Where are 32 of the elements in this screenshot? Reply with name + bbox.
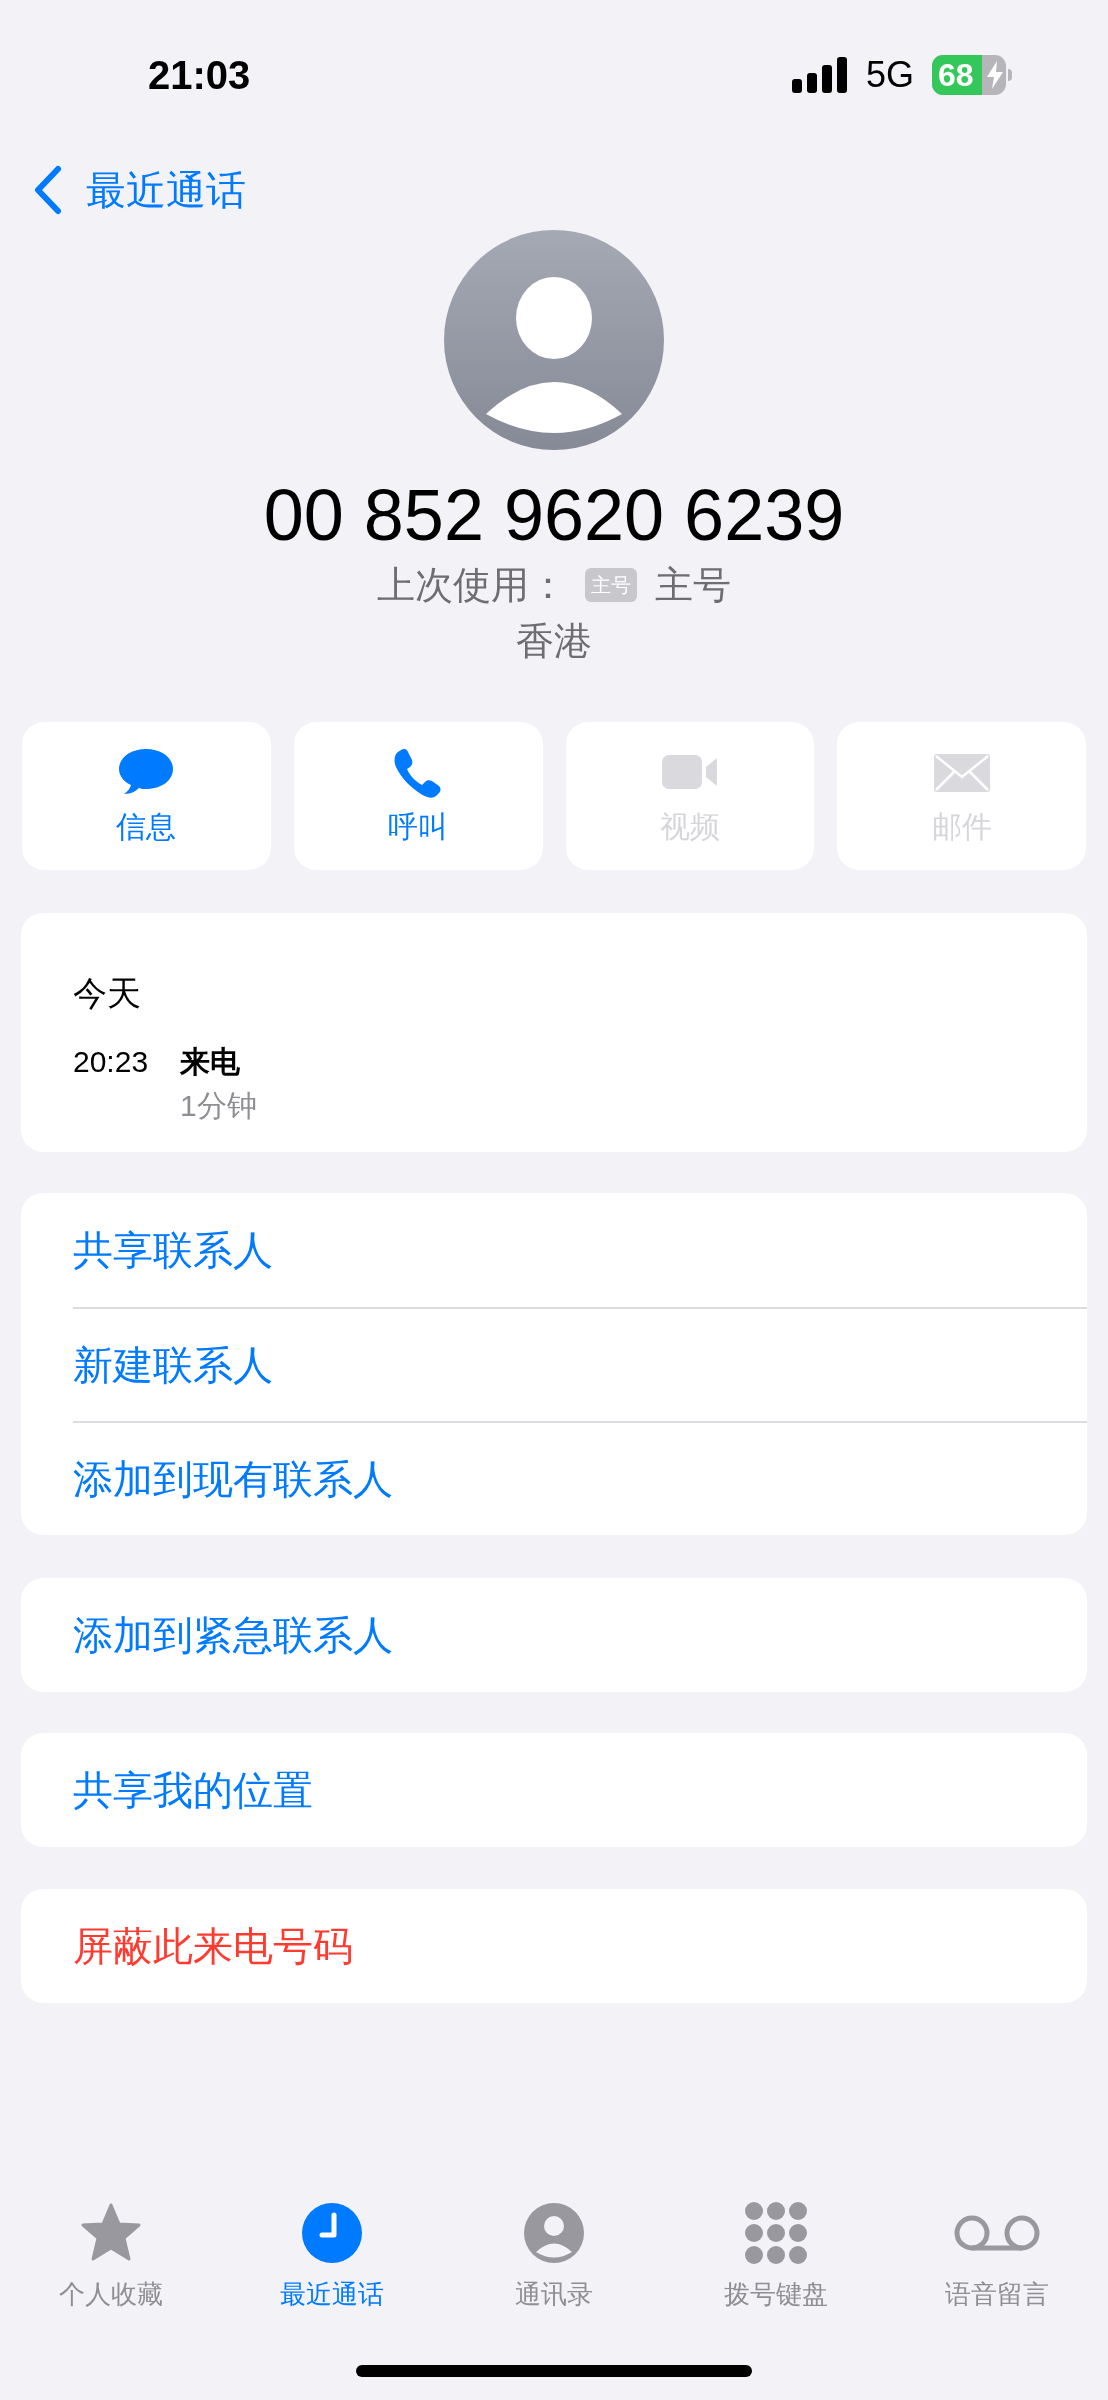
keypad-icon [743, 2201, 808, 2265]
call-time: 20:23 [73, 1044, 150, 1080]
option-row[interactable]: 添加到现有联系人 [73, 1421, 1087, 1535]
location-label: 香港 [516, 619, 592, 663]
network-label: 5G [865, 53, 914, 97]
tab-item[interactable]: 拨号键盘 [664, 2201, 887, 2311]
tab-item[interactable]: 语音留言 [886, 2201, 1108, 2311]
back-button[interactable]: 最近通话 [32, 165, 246, 215]
tab-item[interactable]: 通讯录 [443, 2201, 665, 2311]
tab-item[interactable]: 个人收藏 [0, 2201, 222, 2311]
tab-item[interactable]: 最近通话 [221, 2201, 444, 2311]
option-row[interactable]: 共享联系人 [73, 1193, 1087, 1307]
option-row[interactable]: 屏蔽此来电号码 [73, 1889, 1087, 2003]
clock-icon [300, 2201, 365, 2265]
call-type: 来电 [180, 1044, 241, 1080]
phone-number: 00 852 9620 6239 [263, 475, 845, 555]
line-tag: 主号 [585, 568, 637, 602]
option-row[interactable]: 添加到紧急联系人 [73, 1578, 1087, 1692]
avatar-icon [444, 230, 664, 450]
person-circle-icon [522, 2201, 586, 2265]
call-duration: 1分钟 [180, 1088, 257, 1124]
action-button[interactable]: 信息 [22, 722, 271, 870]
option-row[interactable]: 新建联系人 [73, 1307, 1087, 1421]
option-row[interactable]: 共享我的位置 [73, 1733, 1087, 1847]
action-button[interactable]: 呼叫 [293, 722, 543, 870]
last-used-value: 主号 [655, 562, 731, 608]
back-chevron-icon [32, 165, 62, 215]
status-time: 21:03 [148, 52, 251, 99]
last-used-label: 上次使用： [377, 562, 567, 608]
call-log-day: 今天 [73, 971, 1087, 1015]
signal-icon [791, 56, 848, 94]
battery-percent: 68 [938, 59, 974, 91]
